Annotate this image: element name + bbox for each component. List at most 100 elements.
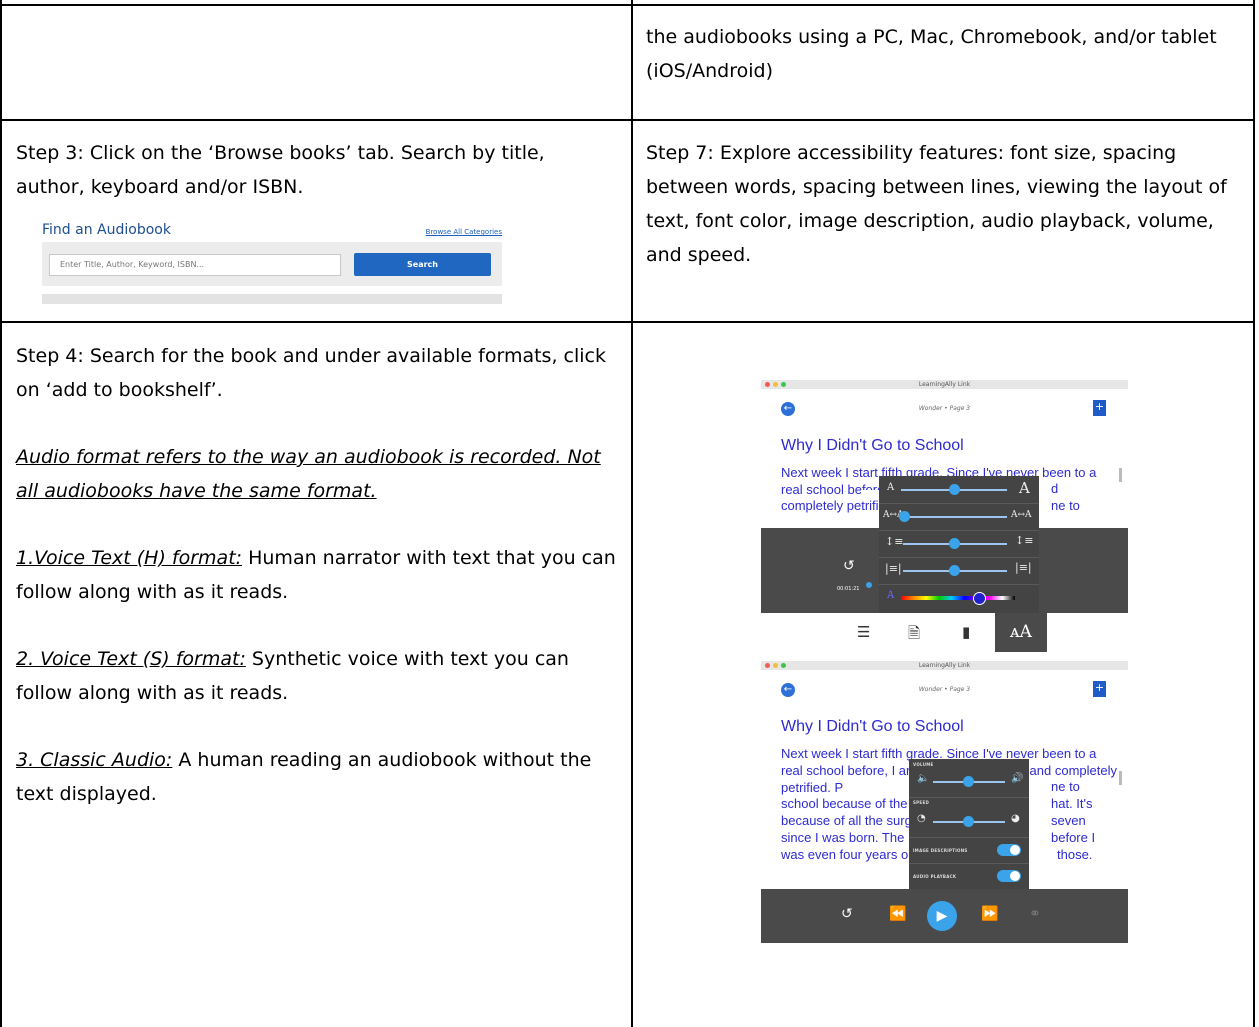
text-settings-tab[interactable]: ᴀA xyxy=(995,613,1047,652)
scrollbar[interactable] xyxy=(1119,468,1122,482)
layout-knob[interactable] xyxy=(949,565,960,576)
word-spacing-row: A↔A A↔A xyxy=(879,503,1039,531)
format-1-label: 1.Voice Text (H) format: xyxy=(16,547,243,569)
speed-knob[interactable] xyxy=(963,816,974,827)
layout-wide-icon: |≡| xyxy=(1015,561,1032,574)
format-2: 2. Voice Text (S) format: Synthetic voic… xyxy=(16,642,616,710)
step3-text: Step 3: Click on the ‘Browse books’ tab.… xyxy=(16,142,545,198)
font-color-row: A xyxy=(879,584,1039,611)
speed-label: SPEED xyxy=(913,800,930,805)
bookmark-add-icon[interactable]: + xyxy=(1093,400,1106,416)
step4-text: Step 4: Search for the book and under av… xyxy=(16,345,606,401)
book-chapter-title: Why I Didn't Go to School xyxy=(781,437,964,454)
minimize-dot[interactable] xyxy=(773,382,778,387)
font-color-knob[interactable] xyxy=(973,592,986,605)
maximize-dot[interactable] xyxy=(781,663,786,668)
minimize-dot[interactable] xyxy=(773,663,778,668)
image-descriptions-row: IMAGE DESCRIPTIONS xyxy=(909,837,1029,864)
layout-narrow-icon: |≡| xyxy=(885,562,902,575)
word-spacing-wide-icon: A↔A xyxy=(1011,510,1032,520)
maximize-dot[interactable] xyxy=(781,382,786,387)
search-panel: Enter Title, Author, Keyword, ISBN... Se… xyxy=(42,242,502,286)
audio-format-note: Audio format refers to the way an audiob… xyxy=(16,446,601,502)
app-screenshot-audio-settings: LearningAlly Link ← Wonder • Page 3 + Wh… xyxy=(761,661,1128,943)
find-audiobook-title: Find an Audiobook xyxy=(42,222,171,238)
book-text-fragment: ne to xyxy=(1051,779,1080,794)
results-bar xyxy=(42,294,502,304)
table-row-divider-2 xyxy=(0,321,1255,323)
book-text-fragment: because of all the surg xyxy=(781,813,912,828)
large-font-icon: A xyxy=(1019,479,1030,497)
find-audiobook-widget: Find an Audiobook Browse All Categories … xyxy=(42,220,502,306)
word-spacing-knob[interactable] xyxy=(899,511,910,522)
font-size-knob[interactable] xyxy=(949,484,960,495)
volume-label: VOLUME xyxy=(913,762,934,767)
player-bar: ↺ ⏪ ▶ ⏩ ⚭ xyxy=(761,889,1128,943)
word-spacing-track[interactable] xyxy=(903,516,1007,518)
row1-right-text: the audiobooks using a PC, Mac, Chromebo… xyxy=(646,26,1217,82)
search-input[interactable]: Enter Title, Author, Keyword, ISBN... xyxy=(49,254,341,276)
book-text-fragment: hat. It's xyxy=(1051,796,1093,811)
layout-row: |≡| |≡| xyxy=(879,557,1039,585)
audio-settings-popup: VOLUME 🔈 🔊 SPEED ◔ ◕ IMAGE DESCRIPTIONS … xyxy=(909,759,1029,889)
window-titlebar: LearningAlly Link xyxy=(761,380,1128,389)
speed-fast-icon: ◕ xyxy=(1011,813,1020,824)
font-color-icon: A xyxy=(887,590,895,601)
play-button[interactable]: ▶ xyxy=(927,901,957,931)
close-dot[interactable] xyxy=(765,382,770,387)
book-text-fragment: completely petrifi xyxy=(781,498,879,513)
book-text-fragment: ne to xyxy=(1051,498,1080,513)
book-text-fragment: d xyxy=(1051,481,1059,496)
window-titlebar: LearningAlly Link xyxy=(761,661,1128,670)
format-1: 1.Voice Text (H) format: Human narrator … xyxy=(16,541,616,609)
rewind-icon[interactable]: ↺ xyxy=(843,558,855,574)
window-title: LearningAlly Link xyxy=(918,381,971,388)
headphones-icon[interactable]: ⚭ xyxy=(1029,906,1041,922)
volume-knob[interactable] xyxy=(963,776,974,787)
browse-categories-link[interactable]: Browse All Categories xyxy=(426,228,502,236)
bookmark-icon[interactable]: ▮ xyxy=(962,623,970,641)
line-spacing-narrow-icon: ↕≡ xyxy=(885,535,904,548)
scrollbar[interactable] xyxy=(1119,771,1122,785)
document-icon[interactable]: 🗎 xyxy=(908,623,920,648)
text-settings-popup: A A A↔A A↔A ↕≡ ↕≡ |≡| |≡| A xyxy=(879,476,1039,616)
table-border-right xyxy=(1253,0,1255,1027)
search-button[interactable]: Search xyxy=(354,253,491,276)
font-size-row: A A xyxy=(879,476,1039,504)
table-row-divider-1 xyxy=(0,119,1255,121)
book-text-fragment: before I xyxy=(1051,830,1096,845)
book-text-fragment: since I was born. The xyxy=(781,830,905,845)
image-descriptions-toggle[interactable] xyxy=(997,844,1021,856)
app-screenshot-text-settings: LearningAlly Link ← Wonder • Page 3 + Wh… xyxy=(761,380,1128,652)
table-border-left xyxy=(0,0,2,1027)
page-info: Wonder • Page 3 xyxy=(918,405,971,412)
table-border-top xyxy=(0,4,1255,6)
page-info: Wonder • Page 3 xyxy=(918,686,971,693)
format-3-label: 3. Classic Audio: xyxy=(16,749,173,771)
volume-low-icon: 🔈 xyxy=(917,773,930,784)
bookmark-add-icon[interactable]: + xyxy=(1093,681,1106,697)
book-text-fragment: those. xyxy=(1057,847,1093,862)
audio-playback-label: AUDIO PLAYBACK xyxy=(913,874,957,879)
volume-row: VOLUME 🔈 🔊 xyxy=(909,759,1029,798)
step7-text: Step 7: Explore accessibility features: … xyxy=(646,142,1227,266)
font-color-spectrum[interactable] xyxy=(901,596,1015,600)
small-font-icon: A xyxy=(887,482,895,493)
volume-high-icon: 🔊 xyxy=(1011,773,1024,784)
book-chapter-title: Why I Didn't Go to School xyxy=(781,718,964,735)
rewind-icon[interactable]: ↺ xyxy=(841,906,853,922)
line-spacing-wide-icon: ↕≡ xyxy=(1015,534,1034,547)
audio-playback-toggle[interactable] xyxy=(997,870,1021,882)
table-of-contents-icon[interactable]: ☰ xyxy=(857,623,870,641)
table-divider-col xyxy=(631,0,633,1027)
audio-playback-row: AUDIO PLAYBACK xyxy=(909,863,1029,889)
line-spacing-knob[interactable] xyxy=(949,538,960,549)
format-2-label: 2. Voice Text (S) format: xyxy=(16,648,246,670)
skip-forward-icon[interactable]: ⏩ xyxy=(981,906,998,922)
book-text-fragment: was even four years o xyxy=(781,847,909,862)
close-dot[interactable] xyxy=(765,663,770,668)
format-3: 3. Classic Audio: A human reading an aud… xyxy=(16,743,616,811)
skip-back-icon[interactable]: ⏪ xyxy=(889,906,906,922)
book-text-fragment: seven xyxy=(1051,813,1086,828)
progress-knob[interactable] xyxy=(866,582,872,588)
